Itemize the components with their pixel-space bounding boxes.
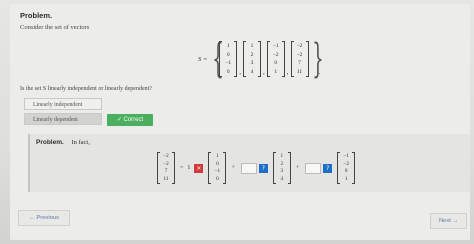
vector-entry: 7 bbox=[298, 60, 301, 66]
vector-entry: 2 bbox=[250, 51, 254, 58]
vector-entry: −1 bbox=[214, 168, 221, 174]
vector-set: S = { 1 0 −1 0 , 1 2 3 4 , −1 −2 0 1 , −… bbox=[198, 36, 324, 82]
vector-entry: −1 bbox=[272, 43, 279, 49]
vector-entry: −1 bbox=[343, 153, 349, 159]
comma: , bbox=[263, 68, 265, 76]
vector-entry: 7 bbox=[164, 168, 168, 174]
open-brace: { bbox=[212, 36, 224, 82]
vector-entry: −2 bbox=[163, 160, 169, 167]
vector-entry: 0 bbox=[344, 168, 348, 174]
linear-combination-equation: −2 −2 7 11 = 1 × 1 0 −1 0 + ? 1 2 3 4 + … bbox=[156, 150, 356, 186]
vector-entry: 0 bbox=[216, 160, 219, 167]
coefficient-input-2[interactable] bbox=[240, 162, 257, 174]
comma: , bbox=[286, 68, 289, 76]
vector-entry: 1 bbox=[344, 175, 348, 182]
vector-entry: −2 bbox=[296, 43, 303, 49]
vector-entry: −1 bbox=[225, 60, 232, 66]
vector-entry: 1 bbox=[216, 153, 219, 159]
vector-entry: 0 bbox=[274, 60, 278, 66]
help-icon[interactable]: ? bbox=[258, 163, 268, 173]
followup-title: Problem. bbox=[36, 139, 64, 146]
set-vector-1: 1 0 −1 0 bbox=[219, 41, 238, 77]
close-brace: } bbox=[311, 36, 324, 82]
comma: , bbox=[239, 68, 242, 76]
option-linearly-independent[interactable]: Linearly independent bbox=[24, 98, 102, 110]
set-vector-2: 1 2 3 4 bbox=[243, 41, 262, 77]
set-vector-3: −1 −2 0 1 bbox=[266, 41, 285, 77]
help-icon[interactable]: ? bbox=[323, 163, 333, 173]
correct-badge: ✓ Correct bbox=[107, 114, 153, 126]
vector-entry: 3 bbox=[280, 168, 284, 174]
previous-button[interactable]: ← Previous bbox=[18, 210, 70, 226]
vector-entry: 4 bbox=[250, 68, 254, 75]
combo-vector-1: 1 0 −1 0 bbox=[208, 152, 227, 184]
wrong-mark-icon: × bbox=[194, 163, 204, 173]
set-label: S = bbox=[198, 55, 208, 63]
vector-entry: 11 bbox=[296, 68, 303, 75]
combo-vector-2: 1 2 3 4 bbox=[272, 152, 291, 184]
coefficient-input-1[interactable]: 1 bbox=[187, 165, 190, 171]
vector-entry: 11 bbox=[163, 175, 169, 182]
plus-sign: + bbox=[231, 165, 235, 171]
vector-entry: 1 bbox=[226, 43, 230, 49]
vector-entry: 0 bbox=[226, 68, 230, 75]
problem-title: Problem. bbox=[20, 11, 53, 20]
problem-prompt: Consider the set of vectors bbox=[20, 24, 90, 31]
lhs-vector: −2 −2 7 11 bbox=[157, 152, 175, 184]
vector-entry: 1 bbox=[280, 153, 284, 159]
followup-heading: Problem. In fact, bbox=[36, 139, 90, 146]
set-vector-4: −2 −2 7 11 bbox=[290, 41, 309, 77]
question-text: Is the set S linearly independent or lin… bbox=[20, 86, 152, 92]
equals-sign: = bbox=[180, 165, 184, 171]
vector-entry: −2 bbox=[272, 51, 279, 58]
plus-sign: + bbox=[295, 165, 300, 171]
vector-entry: 0 bbox=[216, 175, 219, 182]
coefficient-input-3[interactable] bbox=[305, 162, 322, 174]
vector-entry: −2 bbox=[163, 153, 169, 159]
followup-lead: In fact, bbox=[71, 139, 90, 146]
combo-vector-3: −1 −2 0 1 bbox=[337, 152, 356, 184]
vector-entry: 1 bbox=[250, 43, 254, 49]
option-linearly-dependent[interactable]: Linearly dependent bbox=[24, 113, 102, 125]
vector-entry: −2 bbox=[296, 51, 303, 58]
vector-entry: −2 bbox=[343, 160, 349, 167]
vector-entry: 2 bbox=[280, 160, 284, 167]
next-button[interactable]: Next → bbox=[430, 213, 468, 229]
vector-entry: 4 bbox=[280, 175, 284, 182]
vector-entry: 1 bbox=[274, 68, 278, 75]
vector-entry: 3 bbox=[250, 60, 254, 66]
vector-entry: 0 bbox=[226, 51, 230, 58]
